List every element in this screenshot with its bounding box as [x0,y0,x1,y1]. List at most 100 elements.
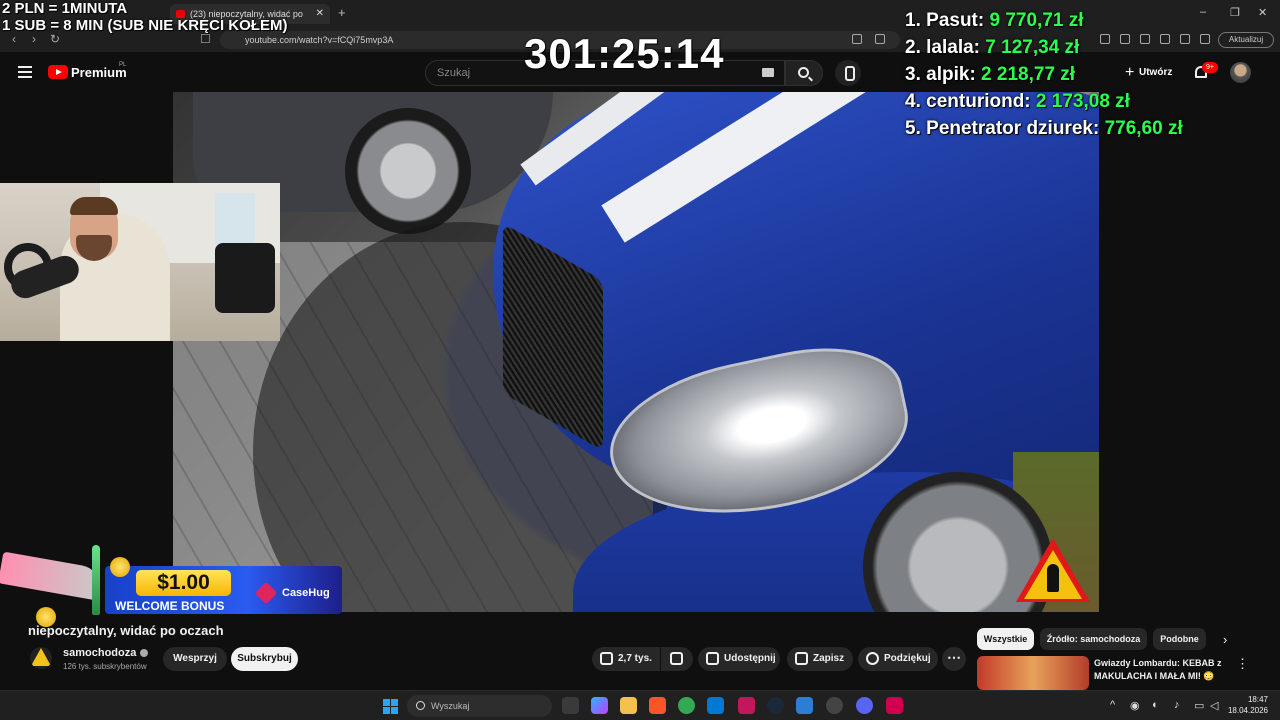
donation-rule-1: 2 PLN = 1MINUTA [2,0,128,17]
clock-date: 18.04.2026 [1227,706,1268,715]
share-icon [706,652,719,665]
copilot-icon[interactable] [591,697,608,714]
share-page-icon[interactable] [875,34,885,44]
tray-volume-icon[interactable]: ◁ [1210,699,1218,712]
leader-amount: 776,60 zł [1104,118,1183,139]
new-tab-button[interactable]: + [338,5,346,20]
forward-icon[interactable]: › [32,32,36,46]
leader-rank: 1. [905,10,921,31]
menu-icon[interactable] [18,66,32,78]
cast-icon[interactable] [852,34,862,44]
leader-amount: 7 127,34 zł [985,37,1080,58]
channel-name[interactable]: samochodoza [63,647,149,659]
save-label: Zapisz [813,653,845,664]
like-count: 2,7 tys. [618,653,652,664]
tray-network-icon[interactable]: ▭ [1194,699,1204,712]
chip-similar[interactable]: Podobne [1153,628,1206,650]
maximize-button[interactable]: ❐ [1230,6,1240,19]
channel-subscriber-count: 126 tys. subskrybentów [63,662,147,671]
tray-app-icon[interactable]: ◐ [1152,699,1159,711]
tray-app-icon[interactable]: ◉ [1130,699,1140,712]
leaderboard-row: 4. centuriond: 2 173,08 zł [905,91,1183,118]
thanks-button[interactable]: Podziękuj [858,647,938,671]
search-button[interactable] [785,60,823,86]
leader-amount: 2 218,77 zł [981,64,1076,85]
chevron-right-icon[interactable]: › [1223,632,1227,647]
leader-amount: 2 173,08 zł [1035,91,1130,112]
video-frame-wheel [345,108,471,234]
subathon-timer: 301:25:14 [524,30,725,77]
subscribe-button[interactable]: Subskrybuj [231,647,298,671]
leader-name: alpik: [926,64,976,85]
tab-close-icon[interactable]: ✕ [316,4,324,24]
opera-gx-icon[interactable] [738,697,755,714]
app-red-icon[interactable] [886,697,903,714]
recommendation-title[interactable]: Gwiazdy Lombardu: KEBAB z MAKULACHA I MA… [1094,657,1224,683]
obs-icon[interactable] [826,697,843,714]
reload-icon[interactable]: ↻ [50,32,60,46]
tray-mic-icon[interactable]: ♪ [1174,699,1180,711]
video-title: niepoczytalny, widać po oczach [28,623,224,638]
webcam-streamer-hair [70,197,118,215]
app-icon[interactable] [796,697,813,714]
thanks-icon [866,652,879,665]
screen: (23) niepoczytalny, widać po ✕ + – ❐ ✕ ‹… [0,0,1280,720]
leaderboard-row: 2. lalala: 7 127,34 zł [905,37,1183,64]
close-window-button[interactable]: ✕ [1258,6,1267,19]
recommendation-thumbnail[interactable] [977,656,1089,690]
bonus-label: WELCOME BONUS [115,599,225,613]
chip-source[interactable]: Źródło: samochodoza [1040,628,1147,650]
video-player[interactable] [173,92,1099,612]
support-button[interactable]: Wesprzyj [163,647,227,671]
donor-leaderboard: 1. Pasut: 9 770,71 zł 2. lalala: 7 127,3… [905,10,1183,145]
taskbar-clock[interactable]: 18:47 18.04.2026 [1226,694,1268,716]
leader-rank: 3. [905,64,921,85]
clock-time: 18:47 [1247,695,1268,704]
voice-search-icon[interactable] [835,60,861,86]
leader-rank: 4. [905,91,921,112]
windows-start-icon[interactable] [383,699,398,714]
update-button[interactable]: Aktualizuj [1218,32,1274,48]
share-button[interactable]: Udostępnij [698,647,780,671]
channel-name-text[interactable]: samochodoza [63,647,136,659]
save-button[interactable]: Zapisz [787,647,853,671]
bonus-amount: $1.00 [136,570,231,596]
leaderboard-row: 3. alpik: 2 218,77 zł [905,64,1183,91]
share-label: Udostępnij [724,653,776,664]
steam-icon[interactable] [767,697,784,714]
bookmark-icon[interactable]: ☐ [200,32,211,46]
leaderboard-row: 5. Penetrator dziurek: 776,60 zł [905,118,1183,145]
notification-badge: 9+ [1202,62,1218,73]
task-view-icon[interactable] [562,697,579,714]
bookmark-save-icon [795,652,808,665]
brave-icon[interactable] [649,697,666,714]
windows-taskbar: Wyszukaj ^ ◉ ◐ ♪ ▭ ◁ 18:47 18.04.2026 [0,690,1280,720]
channel-avatar[interactable] [30,647,52,669]
taskbar-search-input[interactable]: Wyszukaj [407,695,552,717]
chip-all[interactable]: Wszystkie [977,628,1034,650]
store-icon[interactable] [707,697,724,714]
youtube-logo-icon[interactable] [48,65,68,79]
minimize-button[interactable]: – [1200,6,1206,18]
like-button[interactable]: 2,7 tys. [592,647,660,671]
back-icon[interactable]: ‹ [12,32,16,46]
keyboard-icon[interactable] [762,68,774,77]
coin-icon [110,557,130,577]
chrome-icon[interactable] [678,697,695,714]
leader-name: centuriond: [926,91,1031,112]
leaderboard-row: 1. Pasut: 9 770,71 zł [905,10,1183,37]
dislike-button[interactable] [661,647,693,671]
discord-icon[interactable] [856,697,873,714]
donation-rule-2: 1 SUB = 8 MIN (SUB NIE KRĘCI KOŁEM) [2,17,288,34]
thumbs-up-icon [600,652,613,665]
more-actions-button[interactable]: ⋯ [942,647,966,671]
leader-rank: 2. [905,37,921,58]
tray-arrow-icon[interactable]: ^ [1110,699,1115,711]
verified-icon [140,649,149,658]
file-explorer-icon[interactable] [620,697,637,714]
recommendation-more-icon[interactable]: ⋮ [1236,656,1249,672]
avatar[interactable] [1230,62,1251,83]
country-code: PL [119,62,127,68]
profile-icon[interactable] [1200,34,1210,44]
thanks-label: Podziękuj [884,653,931,664]
